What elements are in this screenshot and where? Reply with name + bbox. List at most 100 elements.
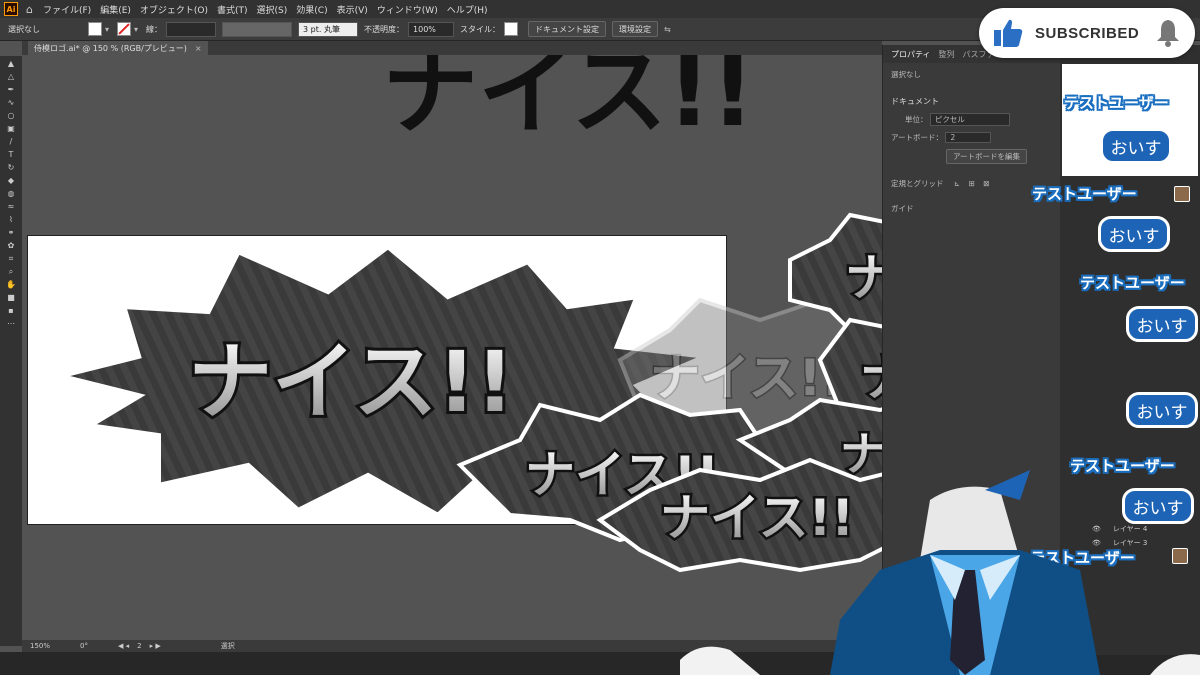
tab-properties[interactable]: プロパティ (891, 49, 931, 60)
artboard-row: アートボード： 2 (891, 132, 1053, 143)
variable-width-field[interactable] (222, 21, 293, 37)
chat-name-3: テストユーザー (1080, 274, 1185, 292)
hand-tool-icon[interactable]: ✋ (5, 280, 17, 290)
menu-effect[interactable]: 効果(C) (296, 3, 327, 16)
layer-row-4[interactable]: 👁 レイヤー 4 (1092, 524, 1200, 534)
style-label: スタイル： (460, 24, 501, 34)
artboard-nice-text: ナイス!! (188, 333, 514, 431)
opacity-label: 不透明度： (364, 24, 405, 34)
illustrator-app-icon: Ai (4, 2, 18, 16)
menu-select[interactable]: 選択(S) (257, 3, 288, 16)
chat-message-2: おいす (1098, 216, 1170, 252)
symbol-sprayer-icon[interactable]: ✿ (5, 241, 17, 251)
unit-select[interactable]: ピクセル (929, 113, 1010, 126)
arrange-icon[interactable]: ⇆ (664, 25, 671, 34)
guides-label: ガイド (891, 204, 914, 213)
edit-artboard-button[interactable]: アートボードを編集 (946, 149, 1028, 164)
artboard-select[interactable]: 2 (945, 132, 992, 143)
menu-type[interactable]: 書式(T) (217, 3, 248, 16)
shape-builder-icon[interactable]: ◍ (5, 189, 17, 199)
guides-row: ガイド (891, 203, 1053, 214)
unit-row: 単位： ピクセル (891, 113, 1053, 126)
brush-tool-icon[interactable]: / (5, 137, 17, 147)
artboard[interactable]: ナイス!! (27, 235, 727, 525)
document-tab[interactable]: 侍模ロゴ.ai* @ 150 % (RGB/プレビュー) × (28, 41, 208, 55)
stroke-dropdown-icon[interactable]: ▾ (134, 25, 138, 34)
rotation-value[interactable]: 0° (80, 642, 88, 650)
zoom-tool-icon[interactable]: ⌕ (5, 267, 17, 277)
pixel-grid-icon[interactable]: ⊠ (983, 179, 989, 188)
ellipse-tool-icon[interactable]: ○ (5, 111, 17, 121)
avatar (1172, 548, 1188, 564)
opacity-field[interactable]: 100% (408, 21, 455, 37)
artboard-label: アートボード： (891, 133, 944, 142)
bottom-strip (0, 652, 1200, 675)
fill-swatch[interactable] (88, 22, 102, 36)
document-settings-button[interactable]: ドキュメント設定 (528, 21, 607, 37)
chat-message-1: おいす (1100, 128, 1172, 164)
stroke-weight-label: 線： (146, 24, 163, 34)
selection-tool-icon[interactable]: ▲ (5, 59, 17, 69)
direct-selection-tool-icon[interactable]: △ (5, 72, 17, 82)
artboard-nav-icon[interactable]: ◀ ◂ (118, 642, 129, 650)
thumbs-up-icon (994, 19, 1023, 47)
tools-panel: ▲ △ ✒ ∿ ○ ▣ / T ↻ ◆ ◍ ≈ ⌇ ⚭ ✿ ⌗ ⌕ ✋ ■ ▪ … (0, 56, 22, 646)
current-tool-status: 選択 (220, 642, 235, 650)
avatar (1174, 186, 1190, 202)
menu-edit[interactable]: 編集(E) (100, 3, 131, 16)
rulers-icon[interactable]: ⊾ (954, 179, 960, 188)
crop-tool-icon[interactable]: ⌗ (5, 254, 17, 264)
artboard-number[interactable]: 2 (137, 642, 141, 650)
document-heading: ドキュメント (891, 97, 939, 106)
menu-object[interactable]: オブジェクト(O) (140, 3, 208, 16)
blend-tool-icon[interactable]: ⚭ (5, 228, 17, 238)
preferences-button[interactable]: 環境設定 (612, 21, 659, 37)
properties-panel: プロパティ 整列 パスファインダ 選択なし ドキュメント 単位： ピクセル アー… (882, 45, 1061, 585)
type-tool-icon[interactable]: T (5, 150, 17, 160)
eye-icon[interactable]: 👁 (1092, 525, 1101, 533)
layer-name-4: レイヤー 4 (1112, 525, 1148, 533)
color-mode-icon[interactable]: ▪ (5, 306, 17, 316)
subscribed-label: SUBSCRIBED (1035, 24, 1140, 42)
selection-status: 選択なし (8, 24, 40, 34)
close-tab-icon[interactable]: × (195, 44, 202, 53)
artboard-tool-icon[interactable]: ▣ (5, 124, 17, 134)
menu-window[interactable]: ウィンドウ(W) (377, 3, 438, 16)
artboard-next-icon[interactable]: ▸ ▶ (150, 642, 161, 650)
stroke-weight-field[interactable] (166, 21, 217, 37)
bell-icon (1157, 20, 1180, 47)
eye-icon[interactable]: 👁 (1092, 539, 1101, 547)
status-bar: 150% 0° ◀ ◂ 2 ▸ ▶ 選択 (22, 640, 882, 652)
style-swatch[interactable] (504, 22, 519, 36)
menu-file[interactable]: ファイル(F) (43, 3, 91, 16)
menu-view[interactable]: 表示(V) (337, 3, 368, 16)
stroke-swatch[interactable] (117, 22, 132, 36)
chat-message-3: おいす (1126, 306, 1198, 342)
subscribed-badge: SUBSCRIBED (979, 8, 1195, 58)
fill-stroke-icon[interactable]: ■ (5, 293, 17, 303)
more-tools-icon[interactable]: ⋯ (5, 319, 17, 329)
rulers-grid-label: 定規とグリッド (891, 179, 944, 188)
chat-name-5: テストユーザー (1070, 457, 1175, 475)
chat-name-2: テストユーザー (1032, 185, 1137, 203)
panel-selection-status: 選択なし (891, 70, 921, 79)
eyedropper-tool-icon[interactable]: ⌇ (5, 215, 17, 225)
rotate-tool-icon[interactable]: ↻ (5, 163, 17, 173)
document-tab-title: 侍模ロゴ.ai* @ 150 % (RGB/プレビュー) (34, 43, 187, 53)
brush-definition-field[interactable]: 3 pt. 丸筆 (298, 21, 359, 37)
pen-tool-icon[interactable]: ✒ (5, 85, 17, 95)
fill-dropdown-icon[interactable]: ▾ (105, 25, 109, 34)
edit-artboard-row: アートボードを編集 (891, 149, 1053, 164)
chat-name-6: テストユーザー (1030, 549, 1135, 567)
zoom-level[interactable]: 150% (30, 642, 50, 650)
eraser-tool-icon[interactable]: ◆ (5, 176, 17, 186)
warp-tool-icon[interactable]: ≈ (5, 202, 17, 212)
chat-name-1: テストユーザー (1064, 94, 1169, 112)
home-icon[interactable]: ⌂ (26, 3, 33, 16)
grid-icon[interactable]: ⊞ (969, 179, 975, 188)
tab-align[interactable]: 整列 (939, 49, 955, 60)
burst-artwork: ナイス!! (57, 242, 720, 520)
curvature-tool-icon[interactable]: ∿ (5, 98, 17, 108)
menu-help[interactable]: ヘルプ(H) (447, 3, 488, 16)
chat-message-5: おいす (1122, 488, 1194, 524)
